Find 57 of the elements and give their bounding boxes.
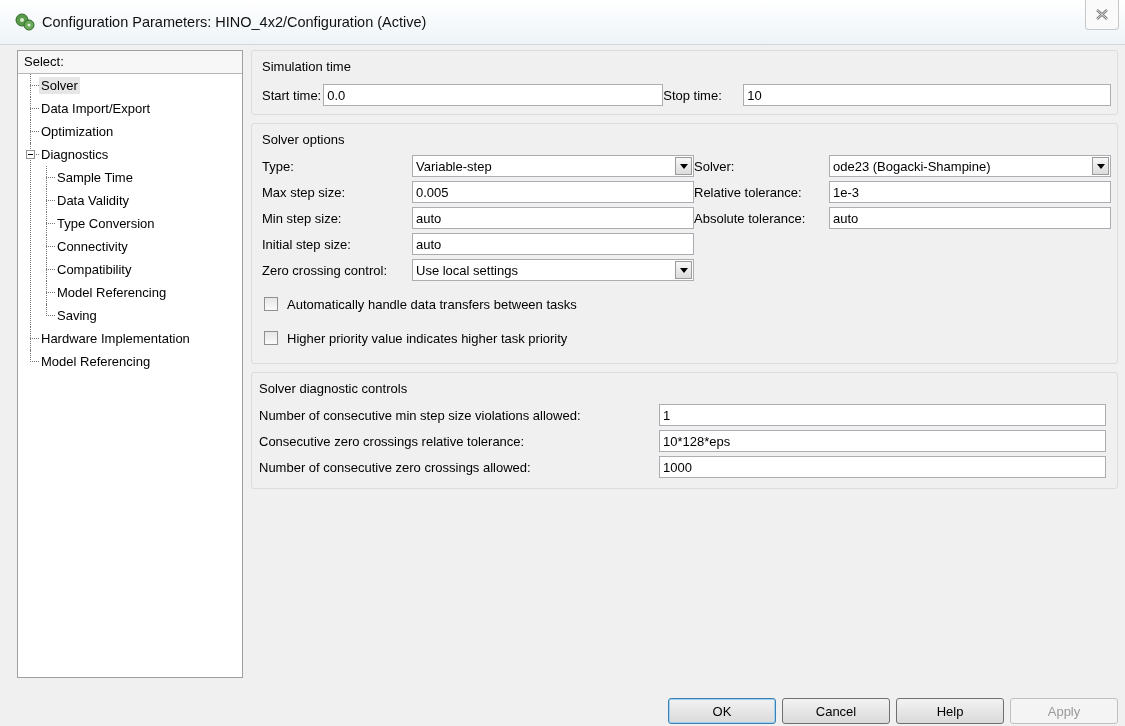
field-label: Relative tolerance: [694,184,803,200]
tree-item[interactable]: Saving [55,307,99,324]
field-label: Start time: [262,87,323,103]
field-label: Number of consecutive zero crossings allowed: [259,459,532,475]
collapse-icon[interactable] [26,150,35,159]
field-label: Absolute tolerance: [694,210,807,226]
input-field[interactable]: 0.0 [323,84,664,106]
dropdown[interactable]: Use local settings [412,259,694,281]
dropdown[interactable]: Variable-step [412,155,694,177]
close-button[interactable] [1085,0,1119,30]
tree-item[interactable]: Model Referencing [55,284,169,301]
checkbox-label: Automatically handle data transfers between tasks [287,296,577,312]
tree-item[interactable]: Data Import/Export [39,100,153,117]
field-label: Zero crossing control: [262,262,388,278]
input-field[interactable]: 0.005 [412,181,694,203]
input-field[interactable]: 1000 [659,456,1106,478]
tree-item[interactable]: Optimization [39,123,116,140]
tree-item[interactable]: Compatibility [55,261,134,278]
tree-item[interactable]: Hardware Implementation [39,330,192,347]
dropdown[interactable]: ode23 (Bogacki-Shampine) [829,155,1111,177]
field-label: Min step size: [262,210,343,226]
tree-item[interactable]: Type Conversion [55,215,157,232]
checkbox[interactable] [264,297,278,311]
field-label: Type: [262,158,295,174]
window-title: Configuration Parameters: HINO_4x2/Configuration (Active) [42,14,427,30]
input-field[interactable]: 1 [659,404,1106,426]
tree-item[interactable]: Solver [39,77,80,94]
group-title: Solver diagnostic controls [259,381,409,396]
input-field[interactable]: auto [829,207,1111,229]
dialog-button[interactable]: OK [668,698,776,724]
group-title: Solver options [262,132,346,147]
dialog-button[interactable]: Cancel [782,698,890,724]
dropdown-arrow-icon [679,163,688,169]
tree-item[interactable]: Diagnostics [39,146,111,163]
dialog-button[interactable]: Help [896,698,1004,724]
checkbox-label: Higher priority value indicates higher task priority [287,330,568,346]
field-label: Stop time: [663,87,723,103]
tree-item[interactable]: Sample Time [55,169,135,186]
tree-item[interactable]: Data Validity [55,192,131,209]
input-field[interactable]: auto [412,207,694,229]
group-title: Simulation time [262,59,352,74]
input-field[interactable]: 10 [743,84,1111,106]
dropdown-arrow-icon [1096,163,1105,169]
list-header: Select: [18,51,242,74]
input-field[interactable]: auto [412,233,694,255]
input-field[interactable]: 1e-3 [829,181,1111,203]
field-label: Max step size: [262,184,347,200]
input-field[interactable]: 10*128*eps [659,430,1106,452]
tree-item[interactable]: Model Referencing [39,353,153,370]
field-label: Solver: [694,158,736,174]
tree-item[interactable]: Connectivity [55,238,130,255]
close-icon [1096,9,1108,20]
field-label: Consecutive zero crossings relative tolerance: [259,433,526,449]
field-label: Initial step size: [262,236,352,252]
dropdown-arrow-icon [679,267,688,273]
field-label: Number of consecutive min step size violations allowed: [259,407,582,423]
checkbox[interactable] [264,331,278,345]
